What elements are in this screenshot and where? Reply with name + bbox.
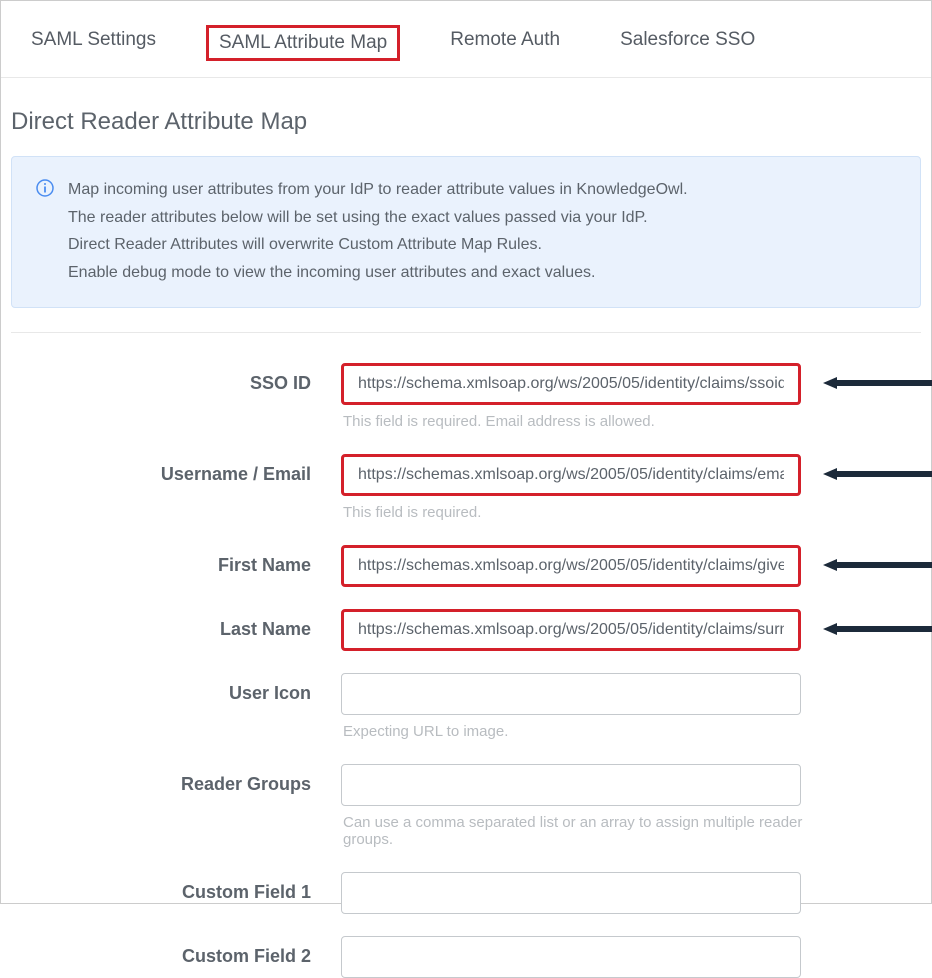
annotation-arrow-icon (823, 468, 932, 480)
annotation-arrow-icon (823, 377, 932, 389)
row-reader-groups: Reader Groups Can use a comma separated … (1, 764, 931, 864)
row-last-name: Last Name (1, 609, 931, 651)
row-custom-field-2: Custom Field 2 (1, 936, 931, 978)
label-user-icon: User Icon (1, 673, 341, 704)
row-custom-field-1: Custom Field 1 (1, 872, 931, 914)
help-reader-groups: Can use a comma separated list or an arr… (341, 806, 811, 864)
info-line-1: Map incoming user attributes from your I… (68, 177, 688, 203)
info-line-3: Direct Reader Attributes will overwrite … (68, 232, 688, 258)
annotation-arrow-icon (823, 623, 932, 635)
label-custom-field-2: Custom Field 2 (1, 936, 341, 967)
help-sso-id: This field is required. Email address is… (341, 405, 811, 446)
input-custom-field-1[interactable] (341, 872, 801, 914)
info-text: Map incoming user attributes from your I… (68, 177, 688, 287)
row-user-icon: User Icon Expecting URL to image. (1, 673, 931, 756)
info-line-4: Enable debug mode to view the incoming u… (68, 260, 688, 286)
row-sso-id: SSO ID This field is required. Email add… (1, 363, 931, 446)
label-last-name: Last Name (1, 609, 341, 640)
input-custom-field-2[interactable] (341, 936, 801, 978)
help-username-email: This field is required. (341, 496, 811, 537)
annotation-arrow-icon (823, 559, 932, 571)
tab-remote-auth[interactable]: Remote Auth (440, 25, 570, 61)
tab-saml-attribute-map[interactable]: SAML Attribute Map (206, 25, 400, 61)
tab-salesforce-sso[interactable]: Salesforce SSO (610, 25, 765, 61)
attribute-map-form: SSO ID This field is required. Email add… (1, 333, 931, 978)
tab-saml-settings[interactable]: SAML Settings (21, 25, 166, 61)
info-icon (36, 179, 54, 202)
tab-bar: SAML Settings SAML Attribute Map Remote … (1, 1, 931, 78)
input-reader-groups[interactable] (341, 764, 801, 806)
label-username-email: Username / Email (1, 454, 341, 485)
page-title: Direct Reader Attribute Map (1, 78, 931, 156)
input-first-name[interactable] (341, 545, 801, 587)
label-first-name: First Name (1, 545, 341, 576)
input-sso-id[interactable] (341, 363, 801, 405)
input-user-icon[interactable] (341, 673, 801, 715)
info-line-2: The reader attributes below will be set … (68, 205, 688, 231)
input-username-email[interactable] (341, 454, 801, 496)
row-username-email: Username / Email This field is required. (1, 454, 931, 537)
label-sso-id: SSO ID (1, 363, 341, 394)
row-first-name: First Name (1, 545, 931, 587)
label-custom-field-1: Custom Field 1 (1, 872, 341, 903)
help-user-icon: Expecting URL to image. (341, 715, 811, 756)
label-reader-groups: Reader Groups (1, 764, 341, 795)
input-last-name[interactable] (341, 609, 801, 651)
info-box: Map incoming user attributes from your I… (11, 156, 921, 308)
